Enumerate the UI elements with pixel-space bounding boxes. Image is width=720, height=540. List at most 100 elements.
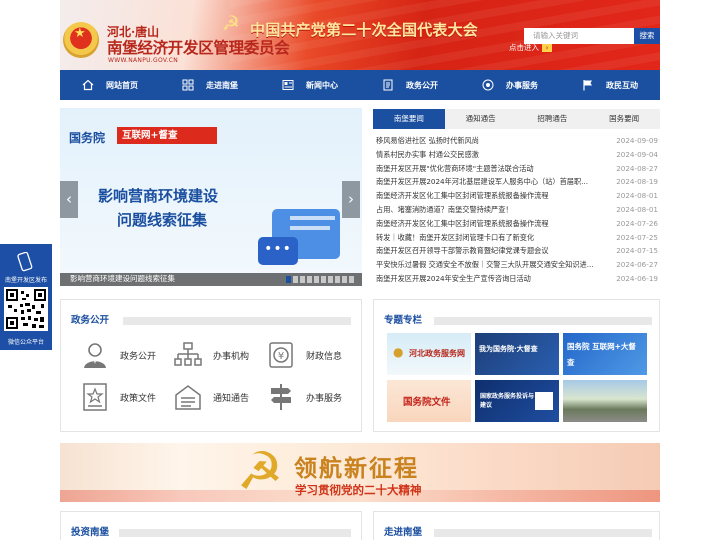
slide-decoration [290, 226, 330, 230]
nav-item-label: 新闻中心 [306, 80, 338, 90]
affairs-item-policy[interactable]: 政策文件 [80, 382, 156, 412]
tab-state-news[interactable]: 国务要闻 [588, 109, 660, 129]
party-congress-banner[interactable]: ☭ 领航新征程 学习贯彻党的二十大精神 [60, 443, 660, 502]
tab-nanpu-news[interactable]: 南堡要闻 [373, 109, 445, 129]
list-item[interactable]: 南堡经济开发区化工集中区封闭管理系统报备操作流程 2024-08-01 [373, 189, 660, 203]
wechat-float-widget[interactable]: 南堡开发区发布 微信公众平台 [0, 244, 52, 350]
list-item[interactable]: 情系村民办实事 村通公交民感激 2024-09-04 [373, 148, 660, 162]
news-date: 2024-07-26 [616, 218, 658, 228]
list-item[interactable]: 南堡开发区开展"优化营商环境"主题普法联合活动 2024-08-27 [373, 162, 660, 176]
main-nav: 网站首页 走进南堡 新闻中心 政务公开 办事服务 政民互动 [60, 70, 660, 100]
arrow-right-icon: › [542, 44, 552, 52]
site-header: ★ 河北·唐山 南堡经济开发区管理委员会 WWW.NANPU.GOV.CN ☭ … [60, 0, 660, 70]
topic-label: 我为国务院·大督查 [479, 345, 538, 353]
qr-code-icon [535, 392, 553, 410]
topic-state-docs[interactable]: 国务院文件 [387, 380, 471, 422]
topic-supervision[interactable]: 我为国务院·大督查 [475, 333, 559, 375]
news-title[interactable]: 南堡开发区开展2024年安全生产宣传咨询日活动 [373, 272, 531, 286]
news-title[interactable]: 移风易俗进社区 弘扬时代新风尚 [373, 134, 479, 148]
list-item[interactable]: 南堡经济开发区化工集中区封闭管理系统报备操作流程 2024-07-26 [373, 217, 660, 231]
affairs-item-open-info[interactable]: 政务公开 [80, 340, 156, 370]
news-title[interactable]: 平安快乐过暑假 交通安全不放假｜交警三大队开展交通安全知识进... [373, 258, 594, 272]
topic-hebei-service[interactable]: 河北政务服务网 ● [387, 333, 471, 375]
slide-title-line1: 影响营商环境建设 [98, 187, 219, 205]
slide-title-line2: 问题线索征集 [117, 211, 208, 229]
banner-subtitle: 学习贯彻党的二十大精神 [295, 483, 422, 497]
news-title[interactable]: 南堡开发区召开领导干部警示教育暨纪律党课专题会议 [373, 244, 549, 258]
invest-heading[interactable]: 投资南堡 [71, 524, 109, 538]
list-item[interactable]: 平安快乐过暑假 交通安全不放假｜交警三大队开展交通安全知识进... 2024-06… [373, 258, 660, 272]
slider-next-button[interactable]: › [342, 181, 360, 218]
affairs-item-services[interactable]: 办事服务 [266, 382, 342, 412]
national-emblem-icon: ★ [63, 22, 99, 58]
slider-prev-button[interactable]: ‹ [60, 181, 78, 218]
affairs-item-agencies[interactable]: 办事机构 [173, 340, 249, 370]
list-item[interactable]: 南堡开发区开展2024年安全生产宣传咨询日活动 2024-06-19 [373, 272, 660, 286]
slider-dot[interactable] [342, 276, 347, 283]
slider-dot[interactable] [328, 276, 333, 283]
topic-internet-supervision[interactable]: 国务院 互联网+大督查 [563, 333, 647, 375]
news-date: 2024-07-25 [616, 232, 658, 242]
nav-item-affairs[interactable]: 政务公开 [360, 70, 460, 100]
topic-label: 国家政务服务投诉与建议 [480, 393, 535, 409]
tab-recruitment[interactable]: 招聘通告 [517, 109, 589, 129]
org-url: WWW.NANPU.GOV.CN [108, 57, 178, 64]
list-item[interactable]: 移风易俗进社区 弘扬时代新风尚 2024-09-09 [373, 134, 660, 148]
topic-highway[interactable] [563, 380, 647, 422]
list-item[interactable]: 占用、堵塞消防通道？南堡交警持续严查！ 2024-08-01 [373, 203, 660, 217]
nav-item-label: 办事服务 [506, 80, 538, 90]
news-panel: 南堡要闻 通知通告 招聘通告 国务要闻 移风易俗进社区 弘扬时代新风尚 2024-… [373, 109, 660, 289]
person-icon [80, 340, 110, 370]
heading-divider [119, 529, 351, 537]
slider-dot[interactable] [314, 276, 319, 283]
slider-dot[interactable] [286, 276, 291, 283]
search-button[interactable]: 搜索 [634, 28, 660, 44]
slider-dot[interactable] [349, 276, 354, 283]
slider-dot[interactable] [321, 276, 326, 283]
header-slogan: 中国共产党第二十次全国代表大会 [250, 21, 479, 39]
list-item[interactable]: 南堡开发区开展2024年河北基层建设军人服务中心（站）首届职... 2024-08… [373, 175, 660, 189]
nav-item-interaction[interactable]: 政民互动 [560, 70, 660, 100]
topics-heading[interactable]: 专题专栏 [384, 312, 422, 326]
news-title[interactable]: 南堡经济开发区化工集中区封闭管理系统报备操作流程 [373, 217, 549, 231]
news-date: 2024-06-27 [616, 260, 658, 270]
slider-dot[interactable] [307, 276, 312, 283]
about-heading[interactable]: 走进南堡 [384, 524, 422, 538]
news-title[interactable]: 南堡经济开发区化工集中区封闭管理系统报备操作流程 [373, 189, 549, 203]
news-title[interactable]: 南堡开发区开展2024年河北基层建设军人服务中心（站）首届职... [373, 175, 588, 189]
flag-icon [582, 79, 594, 91]
tab-notices[interactable]: 通知通告 [445, 109, 517, 129]
emblem-icon: ● [393, 345, 404, 359]
nav-item-home[interactable]: 网站首页 [60, 70, 160, 100]
slider-dot[interactable] [300, 276, 305, 283]
list-item[interactable]: 转发｜收藏！南堡开发区封闭管理卡口有了新变化 2024-07-25 [373, 231, 660, 245]
news-title[interactable]: 转发｜收藏！南堡开发区封闭管理卡口有了新变化 [373, 231, 534, 245]
news-date: 2024-06-19 [616, 273, 658, 283]
invest-section: 投资南堡 [60, 511, 362, 540]
slide-caption[interactable]: 影响营商环境建设问题线索征集 [70, 273, 175, 284]
topic-label: 河北政务服务网 [409, 349, 465, 358]
news-date: 2024-08-01 [616, 204, 658, 214]
news-title[interactable]: 占用、堵塞消防通道？南堡交警持续严查！ [373, 203, 513, 217]
about-section: 走进南堡 [373, 511, 660, 540]
document-icon [382, 79, 394, 91]
heading-divider [434, 317, 652, 325]
slider-dot[interactable] [335, 276, 340, 283]
nav-item-label: 政民互动 [606, 80, 638, 90]
news-title[interactable]: 情系村民办实事 村通公交民感激 [373, 148, 479, 162]
nav-item-about[interactable]: 走进南堡 [160, 70, 260, 100]
enter-link[interactable]: 点击进入 › [509, 42, 552, 53]
news-title[interactable]: 南堡开发区开展"优化营商环境"主题普法联合活动 [373, 162, 534, 176]
slider-dot[interactable] [293, 276, 298, 283]
affairs-item-notices[interactable]: 通知通告 [173, 382, 249, 412]
news-date: 2024-07-15 [616, 246, 658, 256]
nav-item-services[interactable]: 办事服务 [460, 70, 560, 100]
nav-item-news[interactable]: 新闻中心 [260, 70, 360, 100]
affairs-heading[interactable]: 政务公开 [71, 312, 109, 326]
topic-complaint[interactable]: 国家政务服务投诉与建议 [475, 380, 559, 422]
list-item[interactable]: 南堡开发区召开领导干部警示教育暨纪律党课专题会议 2024-07-15 [373, 244, 660, 258]
image-slider[interactable]: 国务院 互联网+督查 影响营商环境建设 问题线索征集 ••• ‹ › 影响营商环… [60, 108, 362, 286]
affairs-item-finance[interactable]: ¥ 财政信息 [266, 340, 342, 370]
star-document-icon [80, 382, 110, 412]
news-tabs: 南堡要闻 通知通告 招聘通告 国务要闻 [373, 109, 660, 129]
